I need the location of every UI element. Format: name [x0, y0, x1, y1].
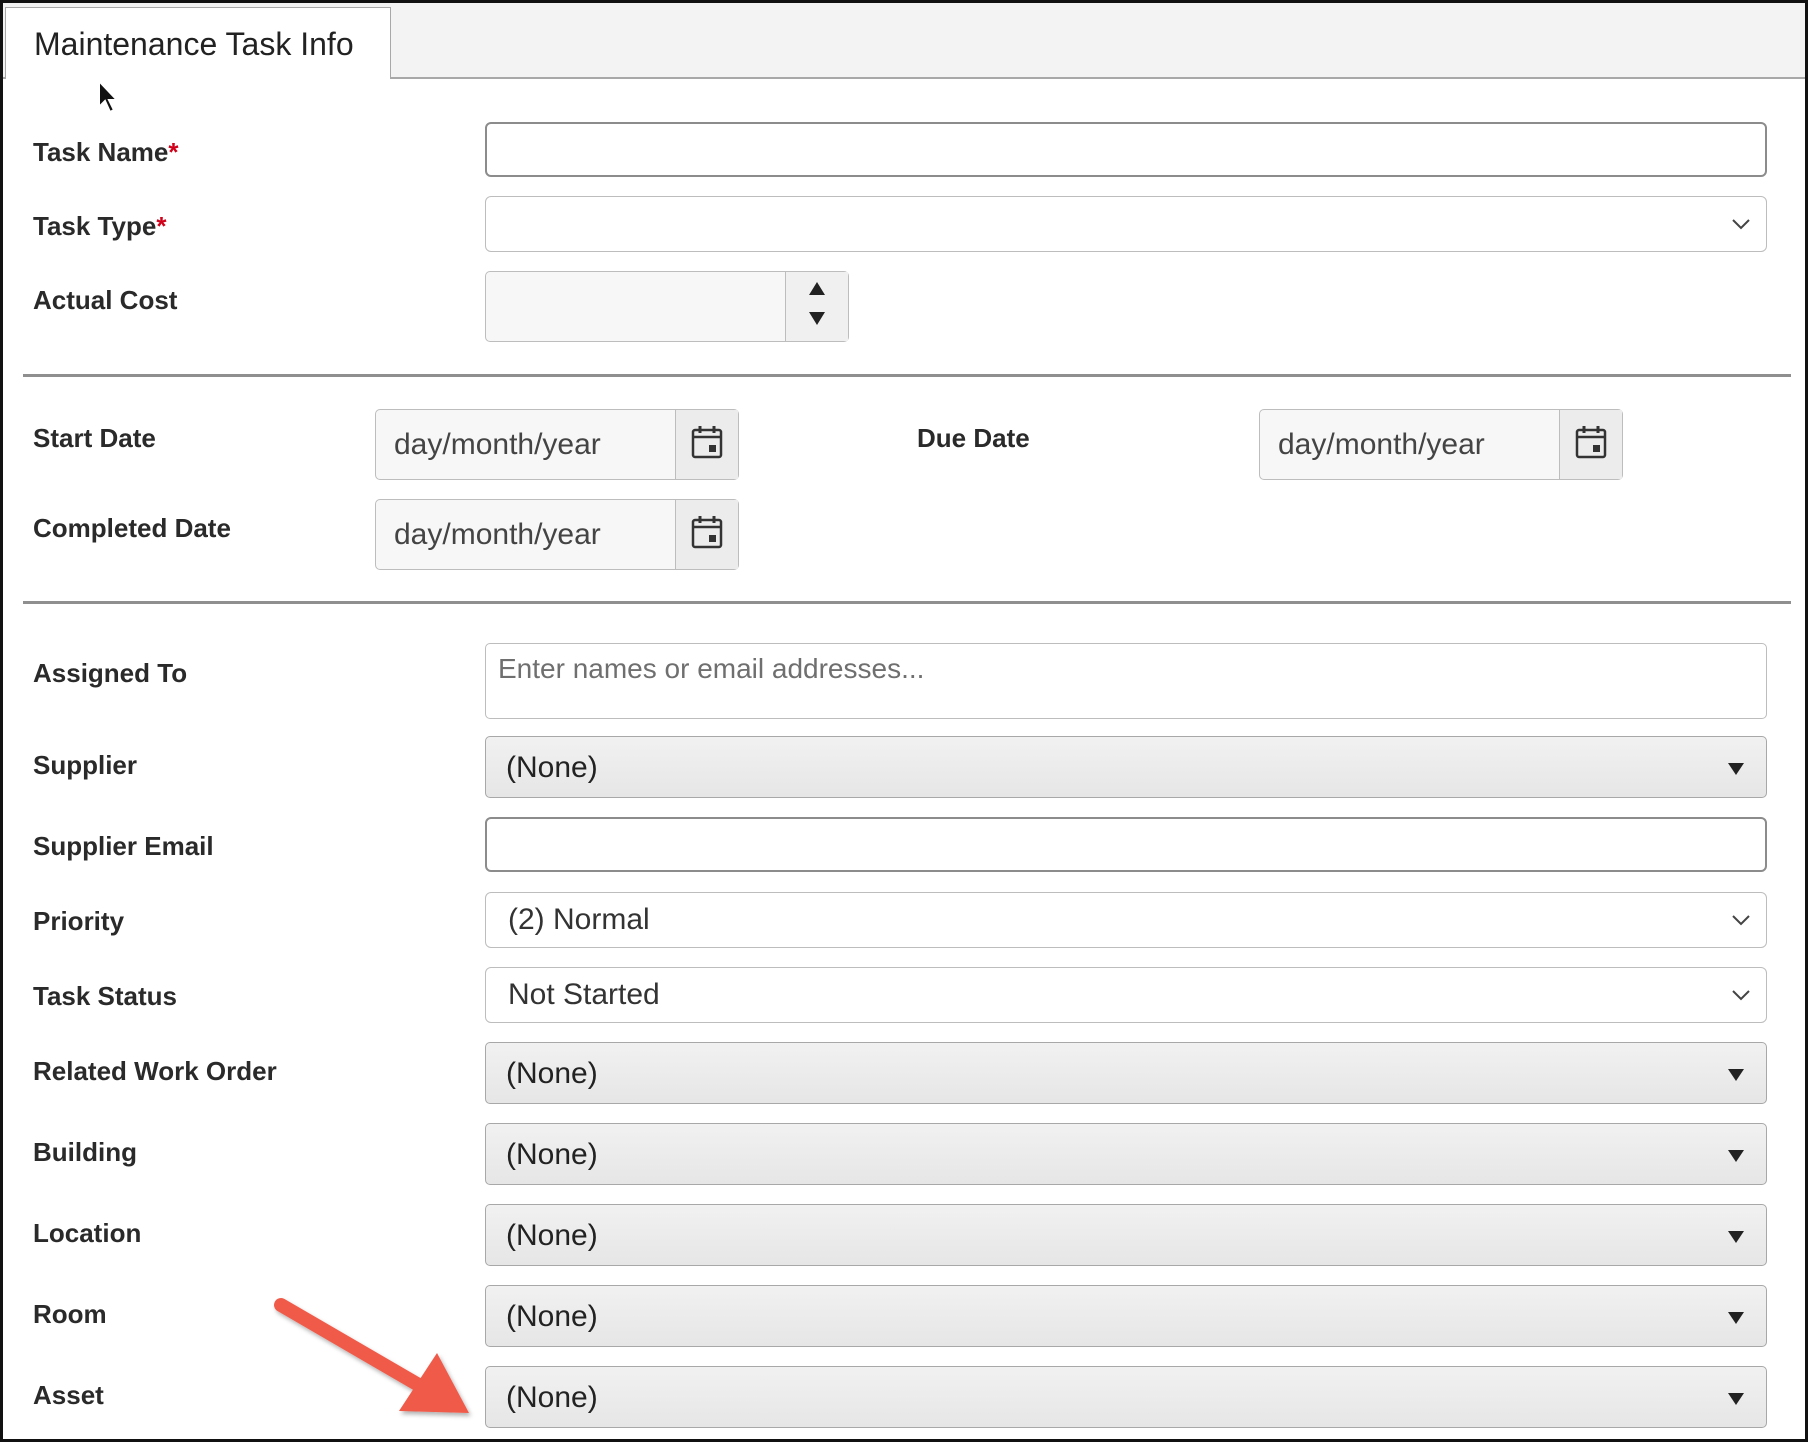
- building-value: (None): [506, 1138, 598, 1171]
- completed-date-field[interactable]: day/month/year: [375, 499, 739, 570]
- assigned-to-label: Assigned To: [33, 658, 188, 688]
- section-divider: [23, 374, 1791, 377]
- calendar-icon: [1575, 426, 1607, 459]
- asset-value: (None): [506, 1381, 598, 1414]
- calendar-button[interactable]: [1559, 410, 1622, 479]
- task-type-select[interactable]: [485, 196, 1767, 252]
- triangle-down-icon: [1728, 763, 1744, 775]
- priority-select[interactable]: (2) Normal: [485, 892, 1767, 948]
- calendar-icon: [691, 426, 723, 459]
- actual-cost-label: Actual Cost: [33, 285, 178, 315]
- due-date-placeholder: day/month/year: [1278, 428, 1485, 461]
- task-name-input[interactable]: [485, 122, 1767, 177]
- room-select[interactable]: (None): [485, 1285, 1767, 1347]
- completed-date-label: Completed Date: [33, 513, 231, 543]
- supplier-value: (None): [506, 751, 598, 784]
- triangle-down-icon: [1728, 1393, 1744, 1405]
- task-status-select[interactable]: Not Started: [485, 967, 1767, 1023]
- supplier-email-input[interactable]: [485, 817, 1767, 872]
- due-date-field[interactable]: day/month/year: [1259, 409, 1623, 480]
- asset-select[interactable]: (None): [485, 1366, 1767, 1428]
- building-label: Building: [33, 1137, 137, 1167]
- calendar-button[interactable]: [675, 410, 738, 479]
- form-window: Maintenance Task Info Task Name* Task Ty…: [0, 0, 1808, 1442]
- related-work-order-select[interactable]: (None): [485, 1042, 1767, 1104]
- room-label: Room: [33, 1299, 107, 1329]
- supplier-label: Supplier: [33, 750, 138, 780]
- completed-date-placeholder: day/month/year: [394, 518, 601, 551]
- section-divider: [23, 601, 1791, 604]
- tab-bar: Maintenance Task Info: [3, 3, 1805, 79]
- task-status-value: Not Started: [508, 978, 660, 1011]
- related-work-order-label: Related Work Order: [33, 1056, 277, 1086]
- mouse-cursor-icon: [97, 78, 121, 120]
- chevron-down-icon: [1732, 915, 1750, 926]
- related-work-order-value: (None): [506, 1057, 598, 1090]
- annotation-arrow-icon: [274, 1298, 469, 1413]
- chevron-down-icon: [1732, 990, 1750, 1001]
- location-select[interactable]: (None): [485, 1204, 1767, 1266]
- chevron-down-icon: [1732, 219, 1750, 230]
- task-status-label: Task Status: [33, 981, 178, 1011]
- tab-label: Maintenance Task Info: [34, 26, 354, 62]
- tab-maintenance-task-info[interactable]: Maintenance Task Info: [5, 7, 391, 79]
- building-select[interactable]: (None): [485, 1123, 1767, 1185]
- start-date-label: Start Date: [33, 423, 156, 453]
- triangle-down-icon: [1728, 1069, 1744, 1081]
- asset-label: Asset: [33, 1380, 104, 1410]
- spinner-up-icon[interactable]: [809, 282, 825, 295]
- spinner-down-icon[interactable]: [809, 312, 825, 325]
- assigned-to-field[interactable]: [485, 643, 1767, 719]
- start-date-field[interactable]: day/month/year: [375, 409, 739, 480]
- supplier-email-label: Supplier Email: [33, 831, 214, 861]
- triangle-down-icon: [1728, 1231, 1744, 1243]
- priority-label: Priority: [33, 906, 125, 936]
- calendar-icon: [691, 516, 723, 549]
- location-value: (None): [506, 1219, 598, 1252]
- task-name-label: Task Name*: [33, 137, 179, 167]
- cost-spinner[interactable]: [785, 272, 848, 341]
- due-date-label: Due Date: [917, 423, 1030, 453]
- room-value: (None): [506, 1300, 598, 1333]
- triangle-down-icon: [1728, 1312, 1744, 1324]
- triangle-down-icon: [1728, 1150, 1744, 1162]
- actual-cost-field[interactable]: [485, 271, 849, 342]
- calendar-button[interactable]: [675, 500, 738, 569]
- start-date-placeholder: day/month/year: [394, 428, 601, 461]
- task-type-label: Task Type*: [33, 211, 167, 241]
- supplier-select[interactable]: (None): [485, 736, 1767, 798]
- location-label: Location: [33, 1218, 142, 1248]
- priority-value: (2) Normal: [508, 903, 650, 936]
- assigned-to-input[interactable]: [496, 652, 1600, 686]
